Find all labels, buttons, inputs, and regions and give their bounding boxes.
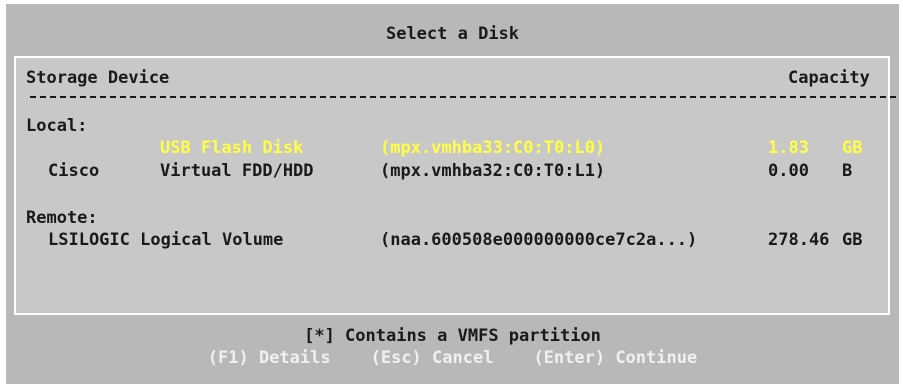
vmfs-partition-legend: [*] Contains a VMFS partition (304, 326, 601, 346)
disk-identifier: (mpx.vmhba32:C0:T0:L1) (380, 161, 606, 181)
disk-capacity-value: 278.46 (768, 230, 830, 250)
disk-vendor: Cisco (48, 161, 100, 181)
details-key-hint[interactable]: (F1) Details (208, 348, 331, 368)
cancel-key-hint[interactable]: (Esc) Cancel (371, 348, 494, 368)
disk-capacity-value: 0.00 (768, 161, 809, 181)
header-divider (30, 96, 896, 98)
column-header-capacity: Capacity (788, 68, 870, 88)
disk-capacity-value: 1.83 (768, 138, 809, 158)
disk-capacity-unit: B (842, 161, 853, 181)
local-section-label: Local: (26, 116, 88, 136)
disk-capacity-unit: GB (842, 230, 863, 250)
remote-section-label: Remote: (26, 208, 98, 228)
disk-identifier: (mpx.vmhba33:C0:T0:L0) (380, 138, 606, 158)
disk-model: LSILOGIC Logical Volume (48, 230, 284, 250)
key-hints-bar: (F1) Details (Esc) Cancel (Enter) Continue (6, 348, 899, 368)
console-screen: Select a Disk Storage Device Capacity Lo… (0, 0, 903, 389)
select-disk-dialog: Select a Disk Storage Device Capacity Lo… (6, 4, 899, 384)
disk-list-panel: Storage Device Capacity Local: USB Flash… (14, 56, 896, 315)
disk-capacity-unit: GB (842, 138, 863, 158)
column-header-storage-device: Storage Device (26, 68, 170, 88)
dialog-title: Select a Disk (385, 24, 520, 44)
disk-model: Virtual FDD/HDD (160, 161, 314, 181)
continue-key-hint[interactable]: (Enter) Continue (533, 348, 697, 368)
disk-identifier: (naa.600508e000000000ce7c2a...) (380, 230, 698, 250)
disk-model: USB Flash Disk (160, 138, 304, 158)
